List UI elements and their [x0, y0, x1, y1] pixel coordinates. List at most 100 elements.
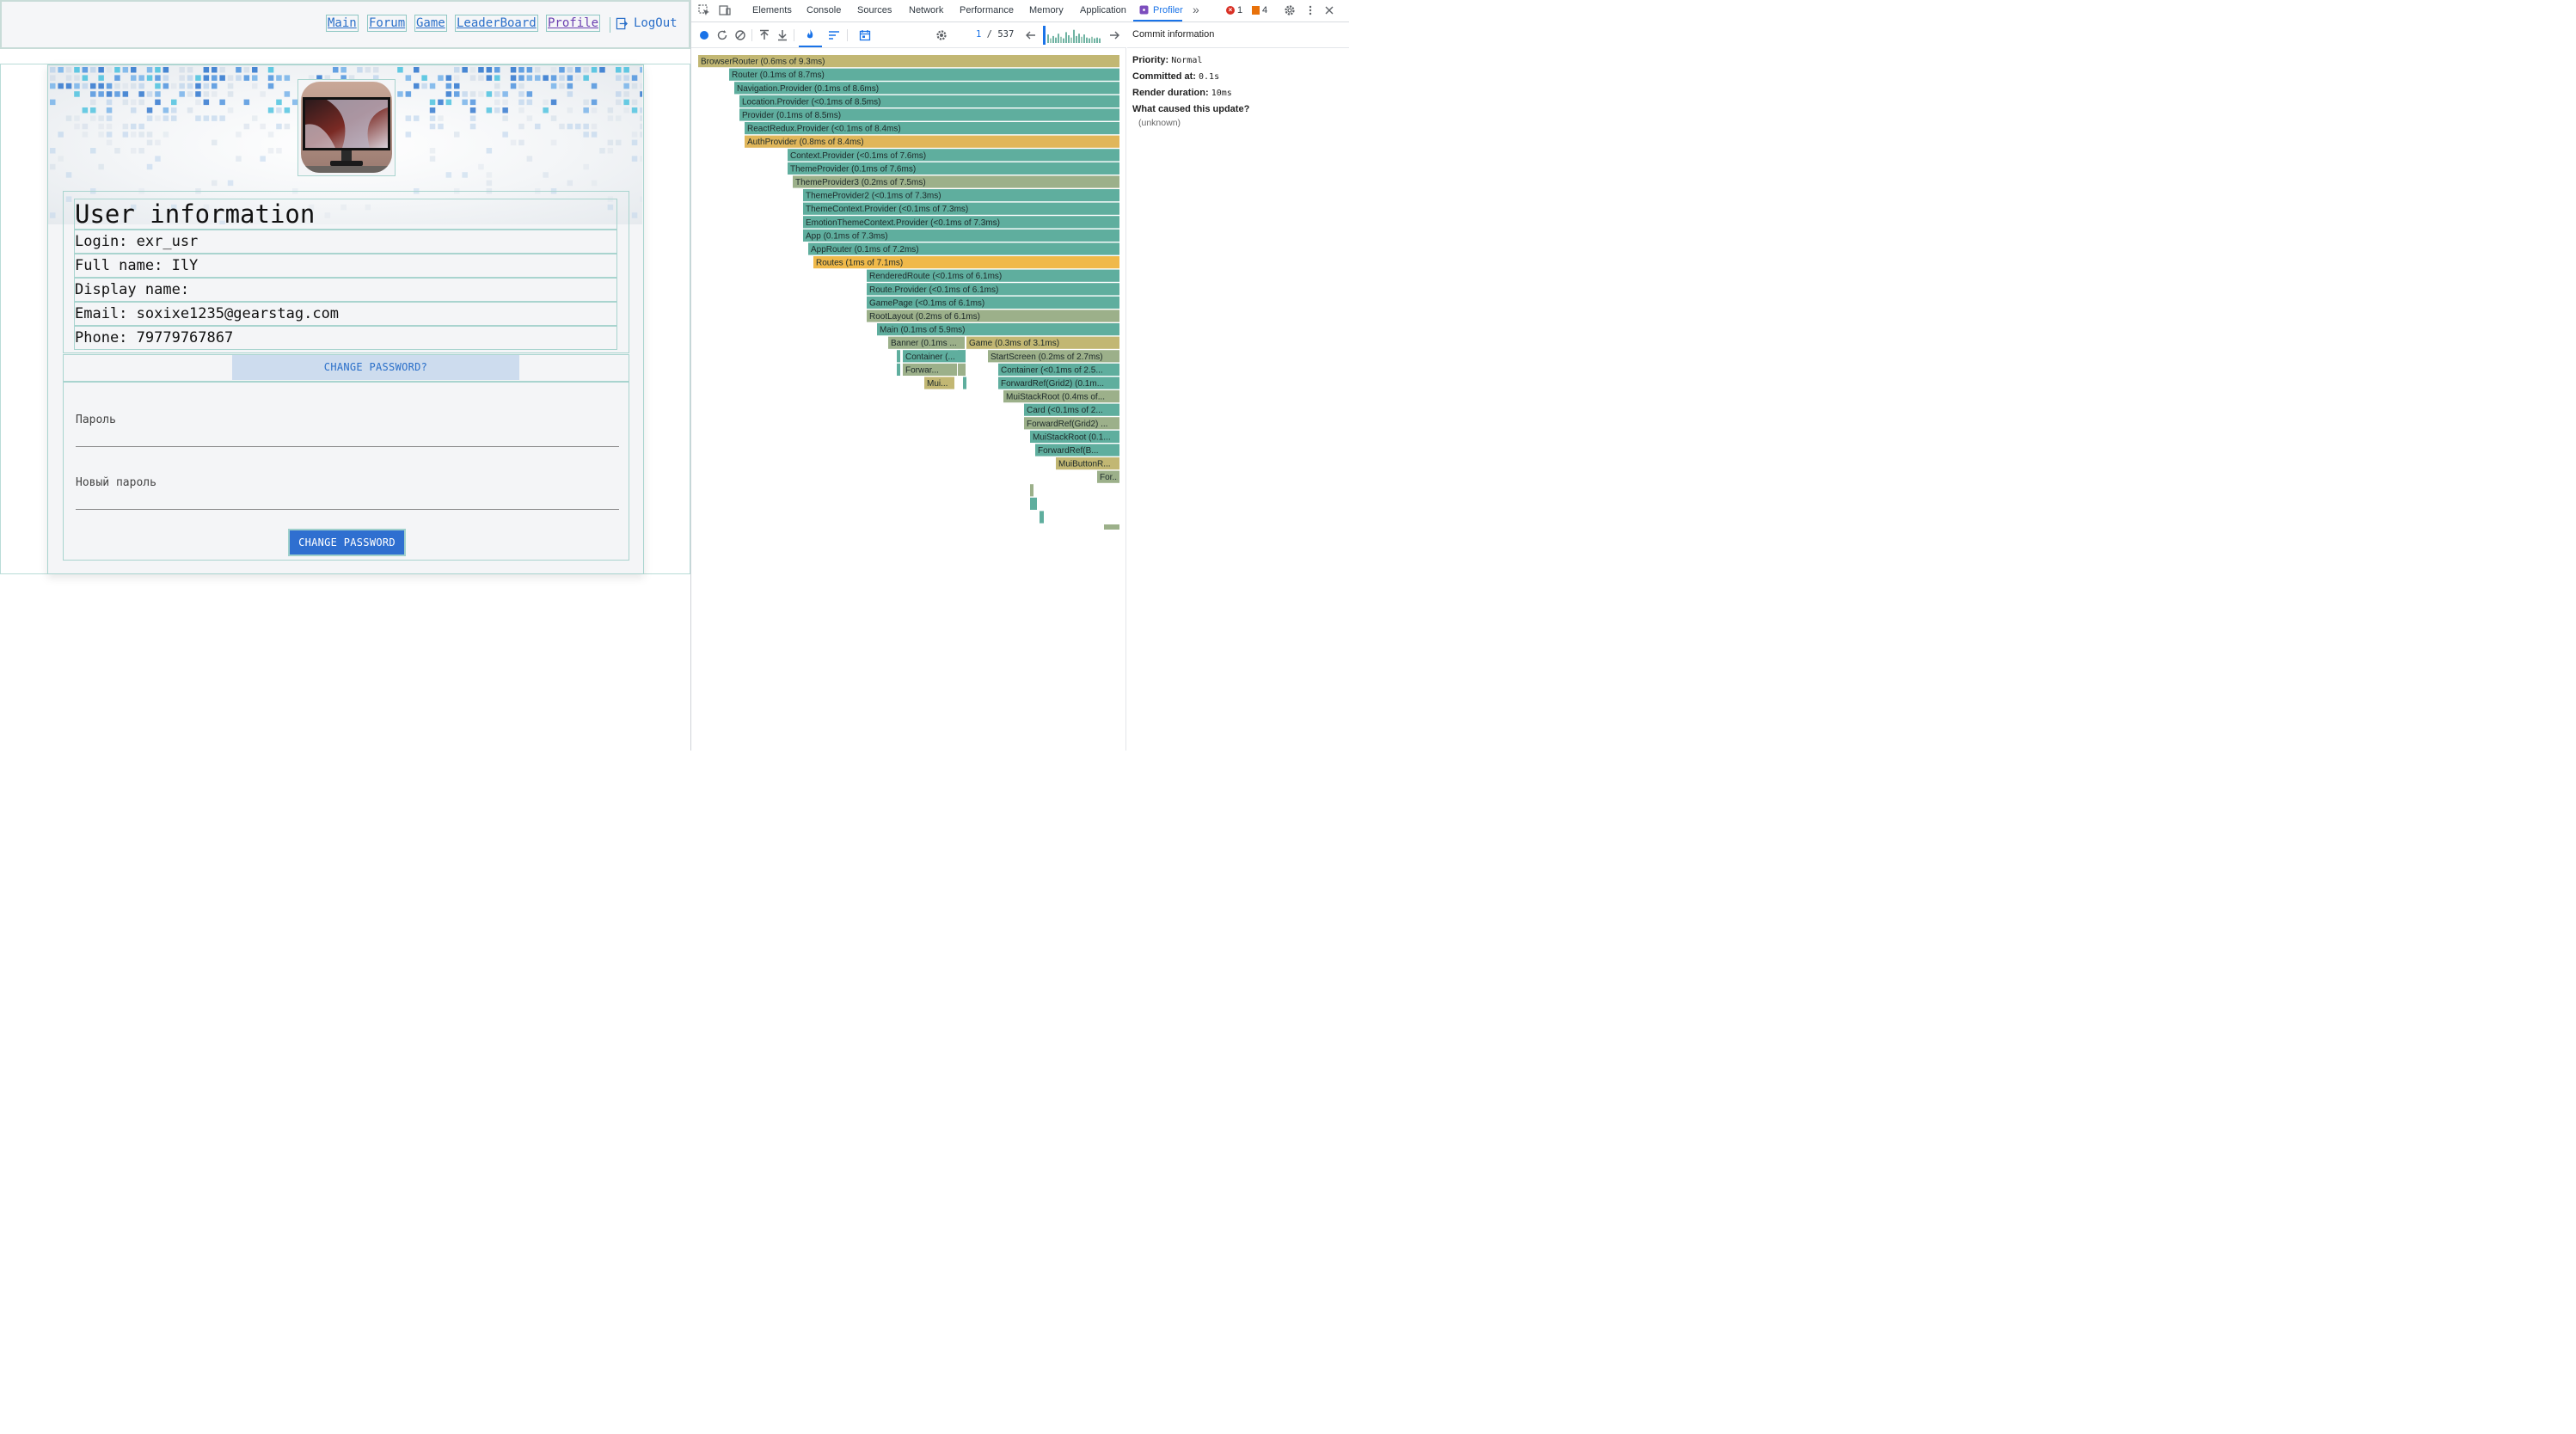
more-tabs-icon[interactable]: » — [1193, 3, 1199, 16]
flamegraph-node[interactable]: Location.Provider (<0.1ms of 8.5ms) — [739, 95, 1119, 107]
flamegraph-node[interactable] — [1104, 524, 1119, 530]
tab-application[interactable]: Application — [1080, 5, 1126, 15]
tab-profiler[interactable]: Profiler — [1153, 5, 1183, 15]
tab-performance[interactable]: Performance — [960, 5, 1014, 15]
commit-bar[interactable] — [1063, 38, 1064, 43]
commit-bar[interactable] — [1055, 37, 1057, 43]
commit-bar[interactable] — [1096, 37, 1098, 43]
logout-button[interactable]: LogOut — [616, 16, 678, 30]
flamegraph-node[interactable] — [963, 377, 966, 389]
commit-bar[interactable] — [1068, 35, 1070, 43]
commit-bar[interactable] — [1099, 38, 1101, 43]
tab-elements[interactable]: Elements — [752, 5, 792, 15]
settings-gear-icon[interactable] — [1284, 4, 1296, 16]
flamegraph-node[interactable] — [1030, 497, 1037, 510]
flamegraph-node[interactable]: Route.Provider (<0.1ms of 6.1ms) — [867, 283, 1119, 296]
flamegraph-node[interactable]: RootLayout (0.2ms of 6.1ms) — [867, 309, 1119, 322]
flamegraph-node[interactable]: ReactRedux.Provider (<0.1ms of 8.4ms) — [745, 122, 1119, 135]
commit-bar[interactable] — [1070, 37, 1072, 43]
more-options-icon[interactable] — [1304, 4, 1316, 16]
warning-counter[interactable]: 4 — [1252, 5, 1267, 15]
commit-bar[interactable] — [1050, 38, 1052, 43]
previous-commit-icon[interactable] — [1025, 29, 1037, 41]
load-profile-icon[interactable] — [758, 29, 770, 41]
tab-console[interactable]: Console — [807, 5, 841, 15]
nav-link-game[interactable]: Game — [414, 15, 447, 32]
record-icon[interactable] — [698, 29, 710, 41]
commit-bar[interactable] — [1060, 36, 1062, 43]
flamegraph-node[interactable] — [1030, 484, 1033, 497]
flamegraph-node[interactable]: AuthProvider (0.8ms of 8.4ms) — [745, 135, 1119, 148]
tab-sources[interactable]: Sources — [857, 5, 892, 15]
commit-bar[interactable] — [1065, 32, 1067, 43]
flamegraph-node[interactable]: StartScreen (0.2ms of 2.7ms) — [988, 350, 1119, 363]
flamegraph-node[interactable]: App (0.1ms of 7.3ms) — [803, 229, 1119, 242]
flamegraph-node[interactable]: RenderedRoute (<0.1ms of 6.1ms) — [867, 269, 1119, 282]
commit-bar[interactable] — [1052, 35, 1054, 43]
flamegraph-node[interactable]: ForwardRef(Grid2) (0.1m... — [998, 377, 1119, 389]
change-password-button[interactable]: CHANGE PASSWORD — [288, 529, 406, 556]
flamegraph-node[interactable]: Main (0.1ms of 5.9ms) — [877, 323, 1119, 336]
commit-bar[interactable] — [1047, 34, 1049, 43]
nav-link-leaderboard[interactable]: LeaderBoard — [455, 15, 538, 32]
change-password-toggle-button[interactable]: CHANGE PASSWORD? — [232, 355, 519, 380]
nav-link-main[interactable]: Main — [326, 15, 359, 32]
commit-bar[interactable] — [1081, 36, 1083, 43]
commit-bar[interactable] — [1058, 34, 1059, 43]
commit-bar[interactable] — [1091, 36, 1093, 43]
flamegraph-node[interactable]: ThemeProvider (0.1ms of 7.6ms) — [788, 162, 1119, 175]
flamegraph-chart[interactable]: BrowserRouter (0.6ms of 9.3ms) Router (0.… — [691, 48, 1126, 530]
ranked-view-icon[interactable] — [828, 29, 840, 41]
next-commit-icon[interactable] — [1108, 29, 1120, 41]
flamegraph-node[interactable] — [958, 350, 966, 363]
flamegraph-node[interactable]: Container (... — [903, 350, 966, 363]
flamegraph-node[interactable]: EmotionThemeContext.Provider (<0.1ms of … — [803, 216, 1119, 229]
flamegraph-node[interactable]: AppRouter (0.1ms of 7.2ms) — [808, 242, 1119, 255]
flamegraph-node[interactable]: Forwar... — [903, 363, 957, 376]
flamegraph-node[interactable]: MuiStackRoot (0.4ms of... — [1003, 390, 1119, 403]
reload-and-profile-icon[interactable] — [716, 29, 728, 41]
flamegraph-node[interactable]: ForwardRef(Grid2) ... — [1024, 417, 1119, 430]
flamegraph-node[interactable]: ThemeProvider3 (0.2ms of 7.5ms) — [793, 175, 1119, 188]
commit-bar[interactable] — [1094, 38, 1095, 43]
flamegraph-node[interactable]: Navigation.Provider (0.1ms of 8.6ms) — [734, 82, 1119, 95]
clear-profile-icon[interactable] — [734, 29, 746, 41]
flamegraph-node[interactable]: Banner (0.1ms ... — [888, 336, 965, 349]
tab-memory[interactable]: Memory — [1029, 5, 1064, 15]
selected-commit-bar[interactable] — [1043, 26, 1046, 45]
flamegraph-node[interactable] — [1040, 511, 1044, 524]
flamegraph-node[interactable]: Router (0.1ms of 8.7ms) — [729, 68, 1119, 81]
flamegraph-node[interactable]: Mui... — [924, 377, 954, 389]
flamegraph-node[interactable] — [897, 350, 900, 363]
flamegraph-node[interactable] — [897, 363, 900, 376]
flamegraph-node[interactable]: Game (0.3ms of 3.1ms) — [966, 336, 1119, 349]
new-password-field[interactable] — [76, 509, 619, 510]
timeline-view-icon[interactable] — [859, 29, 871, 41]
flamegraph-node[interactable]: GamePage (<0.1ms of 6.1ms) — [867, 296, 1119, 309]
device-toolbar-icon[interactable] — [719, 4, 731, 16]
commit-bar[interactable] — [1086, 37, 1088, 43]
commit-bar[interactable] — [1089, 38, 1090, 43]
flamegraph-node[interactable]: Container (<0.1ms of 2.5... — [998, 363, 1119, 376]
commit-bar[interactable] — [1076, 35, 1077, 43]
flamegraph-node[interactable]: Context.Provider (<0.1ms of 7.6ms) — [788, 149, 1119, 162]
inspect-element-icon[interactable] — [698, 4, 710, 16]
flamegraph-node[interactable]: ThemeContext.Provider (<0.1ms of 7.3ms) — [803, 202, 1119, 215]
commit-bar[interactable] — [1078, 34, 1080, 43]
flamegraph-node[interactable] — [958, 363, 966, 376]
tab-network[interactable]: Network — [909, 5, 943, 15]
avatar-frame[interactable] — [297, 79, 396, 176]
flamegraph-node[interactable]: BrowserRouter (0.6ms of 9.3ms) — [698, 55, 1119, 68]
flamegraph-node[interactable]: MuiStackRoot (0.1... — [1030, 430, 1119, 443]
flamegraph-node[interactable]: Routes (1ms of 7.1ms) — [813, 256, 1119, 269]
flamegraph-node[interactable]: Card (<0.1ms of 2... — [1024, 403, 1119, 416]
nav-link-profile[interactable]: Profile — [545, 15, 601, 32]
flamegraph-node[interactable]: For... — [1097, 470, 1119, 483]
nav-link-forum[interactable]: Forum — [366, 15, 408, 32]
commit-selector-chart[interactable] — [1043, 26, 1101, 45]
password-field[interactable] — [76, 446, 619, 447]
commit-bar[interactable] — [1073, 29, 1075, 43]
commit-bar[interactable] — [1083, 34, 1085, 43]
close-devtools-icon[interactable] — [1323, 4, 1335, 16]
profiler-settings-gear-icon[interactable] — [935, 29, 948, 41]
